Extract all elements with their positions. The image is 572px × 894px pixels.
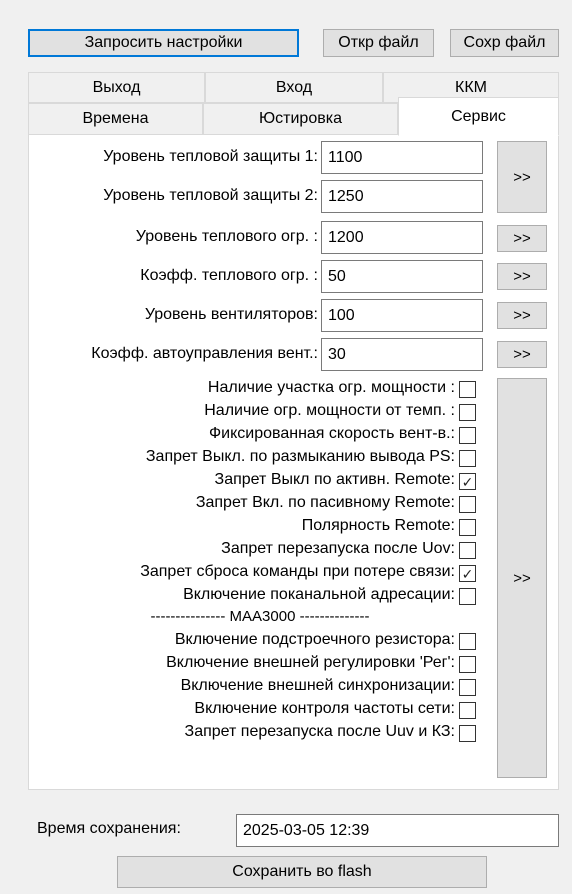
checkbox-label: Включение внешней синхронизации: [180, 677, 455, 694]
checkbox-label: Фиксированная скорость вент-в.: [209, 425, 455, 442]
passive-remote-on-checkbox[interactable] [459, 496, 476, 513]
tab-input[interactable]: Вход [205, 72, 383, 103]
fixed-fan-speed-checkbox[interactable] [459, 427, 476, 444]
thermal-limit-level-label: Уровень теплового огр. : [135, 228, 318, 245]
checkbox-label: Полярность Remote: [301, 517, 455, 534]
open-file-button[interactable]: Откр файл [323, 29, 434, 57]
fan-level-input[interactable]: 100 [321, 299, 483, 332]
uuv-short-restart-disable-checkbox[interactable] [459, 725, 476, 742]
external-reg-checkbox[interactable] [459, 656, 476, 673]
fan-level-label: Уровень вентиляторов: [144, 306, 318, 323]
send-thermal-limit-level-button[interactable]: >> [497, 225, 547, 252]
power-limit-section-checkbox[interactable] [459, 381, 476, 398]
save-file-button[interactable]: Сохр файл [450, 29, 559, 57]
thermal-limit-level-input[interactable]: 1200 [321, 221, 483, 254]
send-fan-auto-coef-button[interactable]: >> [497, 341, 547, 368]
thermal-protection-1-input[interactable]: 1100 [321, 141, 483, 174]
tab-service[interactable]: Сервис [398, 97, 559, 136]
thermal-limit-coef-label: Коэфф. теплового огр. : [140, 267, 318, 284]
send-thermal-limit-coef-button[interactable]: >> [497, 263, 547, 290]
checkbox-label: Включение подстроечного резистора: [174, 631, 455, 648]
save-time-input[interactable]: 2025-03-05 12:39 [236, 814, 559, 847]
fan-auto-coef-label: Коэфф. автоуправления вент.: [91, 345, 318, 362]
tab-times[interactable]: Времена [28, 103, 203, 135]
request-settings-button[interactable]: Запросить настройки [28, 29, 299, 57]
checkbox-label: Включение поканальной адресации: [183, 586, 455, 603]
checkbox-label: Запрет Вкл. по пасивному Remote: [195, 494, 455, 511]
checkbox-label: Запрет Выкл. по размыканию вывода PS: [145, 448, 455, 465]
checkbox-label: Наличие участка огр. мощности : [207, 379, 455, 396]
external-sync-checkbox[interactable] [459, 679, 476, 696]
fan-auto-coef-input[interactable]: 30 [321, 338, 483, 371]
checkbox-label: Включение контроля частоты сети: [194, 700, 455, 717]
mains-frequency-control-checkbox[interactable] [459, 702, 476, 719]
temp-power-limit-checkbox[interactable] [459, 404, 476, 421]
thermal-limit-coef-input[interactable]: 50 [321, 260, 483, 293]
thermal-protection-1-label: Уровень тепловой защиты 1: [103, 148, 318, 165]
checkbox-label: Включение внешней регулировки 'Рег': [166, 654, 455, 671]
checkbox-label: Наличие огр. мощности от темп. : [204, 402, 455, 419]
tab-output[interactable]: Выход [28, 72, 205, 103]
remote-polarity-checkbox[interactable] [459, 519, 476, 536]
save-to-flash-button[interactable]: Сохранить во flash [117, 856, 487, 888]
thermal-protection-2-label: Уровень тепловой защиты 2: [103, 187, 318, 204]
uov-restart-disable-checkbox[interactable] [459, 542, 476, 559]
per-channel-addressing-checkbox[interactable] [459, 588, 476, 605]
send-fan-level-button[interactable]: >> [497, 302, 547, 329]
tab-calibration[interactable]: Юстировка [203, 103, 398, 135]
checkbox-label: Запрет перезапуска после Uuv и КЗ: [184, 723, 455, 740]
maa3000-separator: --------------- МАА3000 -------------- [150, 608, 370, 625]
ps-open-disable-checkbox[interactable] [459, 450, 476, 467]
checkbox-label: Запрет перезапуска после Uov: [221, 540, 455, 557]
trim-resistor-checkbox[interactable] [459, 633, 476, 650]
save-time-label: Время сохранения: [37, 820, 181, 837]
active-remote-off-checkbox[interactable]: ✓ [459, 473, 476, 490]
send-thermal-protection-button[interactable]: >> [497, 141, 547, 213]
thermal-protection-2-input[interactable]: 1250 [321, 180, 483, 213]
link-loss-reset-disable-checkbox[interactable]: ✓ [459, 565, 476, 582]
checkbox-label: Запрет Выкл по активн. Remote: [214, 471, 455, 488]
checkbox-label: Запрет сброса команды при потере связи: [140, 563, 455, 580]
send-flags-button[interactable]: >> [497, 378, 547, 778]
